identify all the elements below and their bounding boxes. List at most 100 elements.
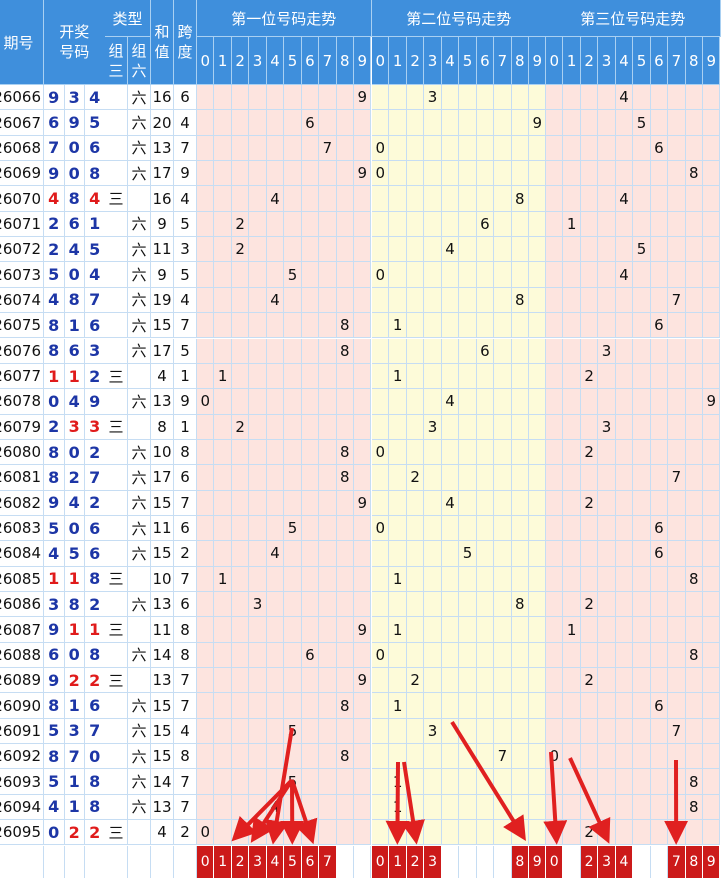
position-1-hit-digit: 1	[214, 363, 232, 390]
position-3-trend-cell	[633, 313, 651, 339]
position-3-trend-cell	[668, 566, 686, 592]
position-3-trend-cell	[703, 186, 721, 212]
position-2-trend-cell	[529, 363, 547, 390]
position-2-trend-cell	[511, 439, 530, 466]
draw-digit: 9	[64, 110, 85, 136]
position-3-trend-cell	[615, 744, 634, 770]
position-3-trend-cell	[633, 718, 651, 745]
position-1-trend-cell	[249, 363, 267, 390]
position-3-trend-cell	[615, 237, 634, 263]
position-3-trend-cell	[685, 541, 704, 567]
position-2-trend-cell	[511, 769, 530, 795]
position-1-trend-cell	[214, 110, 232, 136]
position-2-hit-digit: 0	[372, 161, 390, 187]
position-2-trend-cell	[406, 490, 425, 516]
span-cell: 7	[174, 490, 197, 516]
sum-cell: 11	[151, 237, 174, 263]
position-2-predicted-digit: 3	[424, 845, 442, 878]
position-2-trend-cell	[511, 262, 530, 288]
position-1-trend-cell	[284, 744, 302, 770]
span-cell: 7	[174, 135, 197, 162]
position-1-trend-cell	[354, 718, 372, 745]
position-1-trend-cell	[214, 642, 232, 669]
position-2-trend-cell	[529, 794, 547, 821]
position-2-trend-cell	[389, 211, 407, 238]
position-3-trend-cell	[650, 718, 669, 745]
position-3-trend-cell	[598, 642, 616, 669]
position-3-trend-cell	[563, 414, 581, 440]
draw-digit: 4	[44, 794, 65, 821]
draw-digit: 6	[44, 110, 65, 136]
position-1-trend-cell	[354, 363, 372, 390]
position-3-trend-cell	[615, 313, 634, 339]
position-2-trend-cell	[424, 566, 442, 592]
position-1-digit-header: 8	[336, 37, 355, 85]
position-2-trend-cell	[389, 186, 407, 212]
draw-digit: 9	[44, 617, 65, 643]
position-1-trend-cell	[231, 820, 250, 846]
draw-digit: 4	[64, 490, 85, 516]
position-1-trend-cell	[197, 186, 215, 212]
position-1-trend-cell	[249, 668, 267, 694]
position-3-trend-cell	[703, 820, 721, 846]
position-2-trend-cell	[424, 592, 442, 618]
position-1-trend-cell	[197, 135, 215, 162]
type-z3-cell	[105, 465, 128, 491]
position-2-hit-digit: 1	[389, 794, 407, 821]
position-1-trend-cell	[319, 820, 337, 846]
type-z3-cell	[105, 110, 128, 136]
position-3-trend-cell	[668, 642, 686, 669]
position-1-trend-cell	[354, 820, 372, 846]
position-3-trend-cell	[546, 237, 564, 263]
position-3-trend-cell	[703, 237, 721, 263]
type-z6-cell	[128, 566, 151, 592]
position-2-hit-digit: 1	[389, 363, 407, 390]
position-1-trend-cell	[197, 110, 215, 136]
position-3-trend-cell	[546, 186, 564, 212]
position-1-trend-cell	[214, 668, 232, 694]
type-z6-cell: 六	[128, 642, 151, 669]
position-1-hit-digit: 8	[336, 744, 355, 770]
position-1-trend-cell	[284, 617, 302, 643]
position-1-trend-cell	[319, 211, 337, 238]
position-2-trend-cell	[424, 211, 442, 238]
span-cell: 1	[174, 414, 197, 440]
position-1-trend-cell	[231, 617, 250, 643]
position-3-trend-cell	[546, 439, 564, 466]
position-2-trend-cell	[459, 566, 477, 592]
issue-cell: 26090	[0, 693, 44, 719]
position-3-trend-cell	[615, 414, 634, 440]
draw-digit: 3	[64, 718, 85, 745]
position-1-trend-cell	[336, 211, 355, 238]
position-3-trend-cell	[563, 820, 581, 846]
position-2-trend-cell	[529, 617, 547, 643]
position-1-hit-digit: 8	[336, 693, 355, 719]
position-1-trend-cell	[214, 414, 232, 440]
position-1-trend-cell	[284, 186, 302, 212]
position-1-trend-cell	[214, 515, 232, 542]
position-3-trend-cell	[703, 465, 721, 491]
draw-digit: 8	[44, 465, 65, 491]
position-2-trend-cell	[459, 287, 477, 314]
position-2-trend-cell	[441, 186, 460, 212]
position-3-trend-cell	[633, 211, 651, 238]
issue-cell: 26094	[0, 794, 44, 821]
span-cell: 6	[174, 85, 197, 111]
position-3-trend-cell	[685, 439, 704, 466]
position-1-trend-cell	[249, 490, 267, 516]
position-3-trend-cell	[563, 718, 581, 745]
position-1-hit-digit: 3	[249, 592, 267, 618]
position-2-hit-digit: 7	[494, 744, 512, 770]
draw-digit: 1	[64, 769, 85, 795]
position-3-trend-cell	[580, 465, 599, 491]
position-2-trend-cell	[459, 668, 477, 694]
position-3-trend-cell	[580, 769, 599, 795]
position-2-trend-cell	[424, 820, 442, 846]
draw-digit: 2	[44, 237, 65, 263]
span-header-top: 跨	[177, 23, 193, 41]
position-1-trend-cell	[249, 617, 267, 643]
position-2-hit-digit: 1	[389, 693, 407, 719]
position-2-trend-cell	[476, 566, 495, 592]
position-1-trend-cell	[197, 161, 215, 187]
position-3-trend-cell	[546, 693, 564, 719]
